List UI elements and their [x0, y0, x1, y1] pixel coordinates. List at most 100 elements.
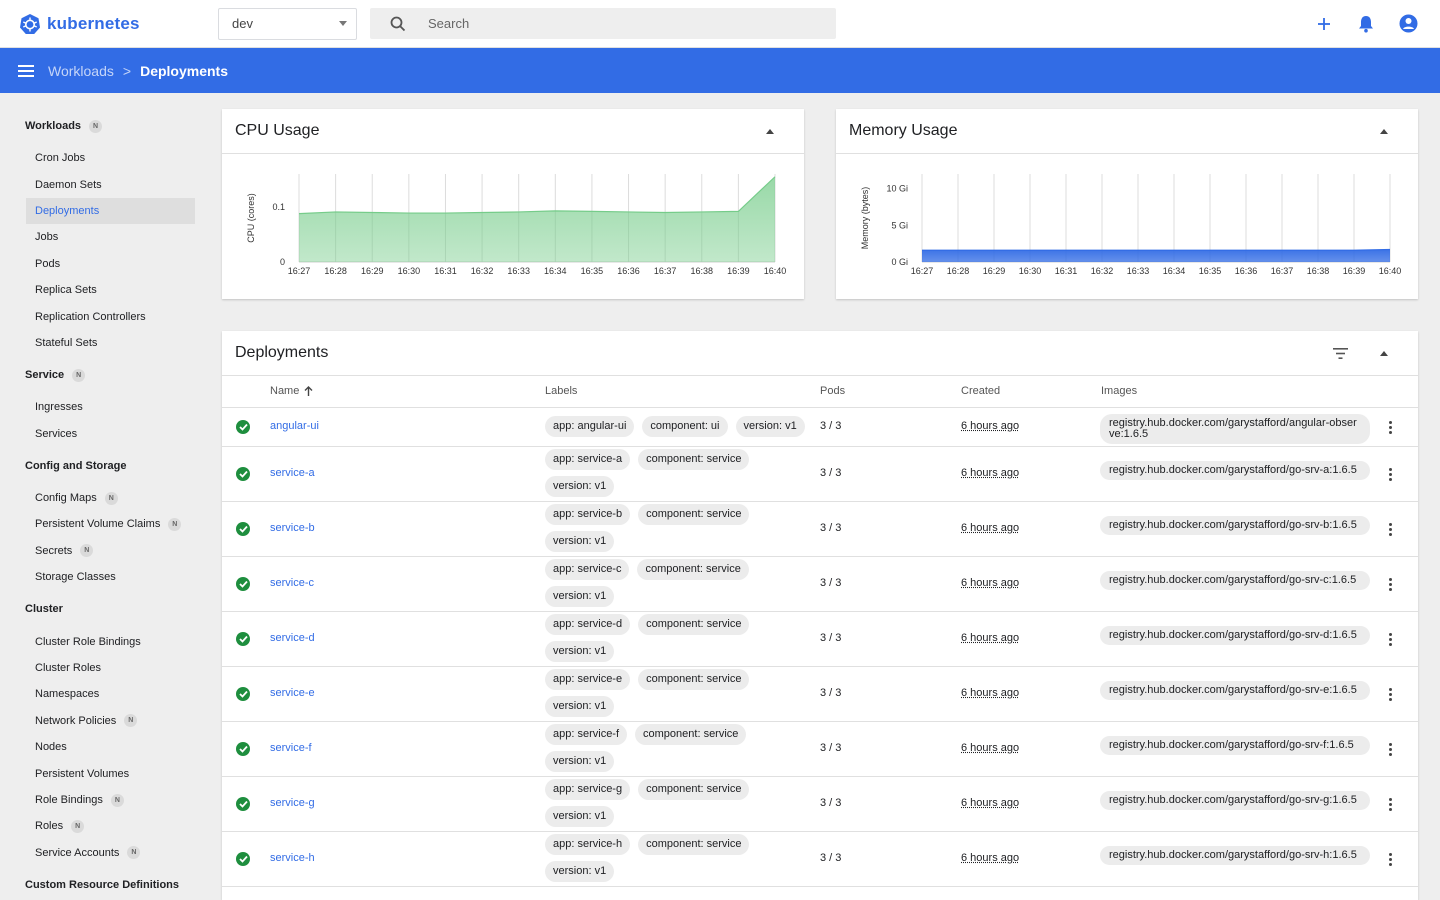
x-tick-label: 16:30 — [1019, 266, 1042, 276]
y-tick-label: 10 Gi — [886, 184, 908, 194]
deployment-name-link[interactable]: service-f — [270, 742, 312, 754]
sidebar-item[interactable]: Jobs — [0, 224, 206, 250]
logo[interactable]: kubernetes — [19, 13, 218, 35]
sidebar-item[interactable]: Storage Classes — [0, 564, 206, 590]
x-tick-label: 16:29 — [983, 266, 1006, 276]
sidebar-item-label: Roles — [35, 820, 64, 833]
deployment-name-link[interactable]: service-e — [270, 687, 315, 699]
label-chip: version: v1 — [545, 696, 615, 717]
x-tick-label: 16:37 — [1271, 266, 1294, 276]
table-row: service-h app: service-h component: servic… — [222, 832, 1418, 887]
image-chip: registry.hub.docker.com/garystafford/go-… — [1100, 626, 1370, 645]
sidebar-section[interactable]: Workloads N — [0, 113, 206, 139]
table-row: service-e app: service-e component: servic… — [222, 667, 1418, 722]
more-actions-icon[interactable] — [1382, 798, 1398, 811]
sidebar-item[interactable]: Namespaces — [0, 681, 206, 707]
more-actions-icon[interactable] — [1382, 633, 1398, 646]
label-chip: version: v1 — [545, 641, 615, 662]
notifications-button[interactable] — [1356, 14, 1376, 34]
sidebar-item-label: Config Maps — [35, 492, 97, 505]
search-bar[interactable]: Search — [370, 8, 836, 39]
sidebar-item[interactable]: Persistent Volumes — [0, 760, 206, 786]
sidebar-item-label: Ingresses — [35, 401, 83, 414]
label-chip: app: service-a — [545, 449, 631, 470]
namespace-select[interactable]: dev — [218, 7, 357, 40]
search-input[interactable]: Search — [428, 16, 469, 31]
x-tick-label: 16:33 — [507, 266, 530, 276]
collapse-memory-icon[interactable] — [1380, 128, 1388, 134]
sidebar-item[interactable]: Secrets N — [0, 538, 206, 564]
sidebar-item-label: Network Policies — [35, 714, 117, 727]
arrow-up-icon — [304, 386, 313, 396]
labels-cell: app: service-g component: service version:… — [545, 779, 815, 827]
more-actions-icon[interactable] — [1382, 468, 1398, 481]
collapse-cpu-icon[interactable] — [766, 128, 774, 134]
create-button[interactable] — [1314, 14, 1334, 34]
deployment-name-link[interactable]: service-d — [270, 632, 315, 644]
sidebar-item[interactable]: Persistent Volume Claims N — [0, 511, 206, 537]
table-row: service-g app: service-g component: servic… — [222, 777, 1418, 832]
menu-icon[interactable] — [18, 64, 34, 77]
labels-cell: app: service-d component: service version:… — [545, 614, 815, 662]
more-actions-icon[interactable] — [1382, 523, 1398, 536]
sidebar-item[interactable]: Replication Controllers — [0, 303, 206, 329]
deployment-name-link[interactable]: service-g — [270, 797, 315, 809]
more-actions-icon[interactable] — [1382, 853, 1398, 866]
label-chip: version: v1 — [545, 586, 615, 607]
more-actions-icon[interactable] — [1382, 578, 1398, 591]
sidebar-item[interactable]: Deployments — [26, 197, 195, 225]
sidebar-item[interactable]: Network Policies N — [0, 708, 206, 734]
more-actions-icon[interactable] — [1382, 743, 1398, 756]
pods-count: 3 / 3 — [820, 687, 842, 699]
deployment-name-link[interactable]: angular-ui — [270, 420, 319, 432]
sidebar-item[interactable]: Role Bindings N — [0, 787, 206, 813]
sidebar-item[interactable]: Services — [0, 421, 206, 447]
sidebar-item[interactable]: Cluster Role Bindings — [0, 628, 206, 654]
labels-cell: app: service-e component: service version:… — [545, 669, 815, 717]
sidebar-item-label: Nodes — [35, 741, 67, 754]
image-chip: registry.hub.docker.com/garystafford/go-… — [1100, 681, 1370, 700]
filter-icon[interactable] — [1333, 347, 1348, 359]
sidebar-item[interactable]: Config Maps N — [0, 485, 206, 511]
sidebar-section[interactable]: Service N — [0, 362, 206, 388]
sidebar-section[interactable]: Cluster — [0, 596, 206, 622]
sidebar-item[interactable]: Nodes — [0, 734, 206, 760]
column-name[interactable]: Name — [270, 385, 313, 397]
label-chip: version: v1 — [545, 751, 615, 772]
sidebar-item[interactable]: Replica Sets — [0, 277, 206, 303]
sidebar-item[interactable]: Service Accounts N — [0, 840, 206, 866]
label-chip: component: service — [637, 559, 749, 580]
image-chip: registry.hub.docker.com/garystafford/go-… — [1100, 736, 1370, 755]
sidebar-section[interactable]: Custom Resource Definitions — [0, 872, 206, 898]
sidebar-item[interactable]: Cluster Roles — [0, 655, 206, 681]
sidebar-item[interactable]: Stateful Sets — [0, 330, 206, 356]
sidebar-item[interactable]: Ingresses — [0, 394, 206, 420]
sidebar-item[interactable]: Roles N — [0, 813, 206, 839]
more-actions-icon[interactable] — [1382, 688, 1398, 701]
sidebar-item[interactable]: Daemon Sets — [0, 171, 206, 197]
sidebar-item[interactable]: Cron Jobs — [0, 145, 206, 171]
column-images: Images — [1101, 385, 1138, 397]
sidebar-item[interactable]: Pods — [0, 251, 206, 277]
deployment-name-link[interactable]: service-h — [270, 852, 315, 864]
breadcrumb-workloads[interactable]: Workloads — [48, 63, 114, 79]
account-button[interactable] — [1398, 14, 1418, 34]
deployment-name-link[interactable]: service-a — [270, 467, 315, 479]
deployment-name-link[interactable]: service-c — [270, 577, 314, 589]
deployments-title: Deployments — [235, 344, 329, 361]
collapse-deployments-icon[interactable] — [1380, 350, 1388, 356]
deployment-name-link[interactable]: service-b — [270, 522, 315, 534]
namespaced-badge: N — [127, 846, 141, 860]
namespaced-badge: N — [89, 119, 103, 133]
top-bar: kubernetes dev Search — [0, 0, 1440, 48]
sidebar-item-label: Pods — [35, 257, 61, 270]
more-actions-icon[interactable] — [1382, 421, 1398, 434]
x-tick-label: 16:35 — [1199, 266, 1222, 276]
label-chip: version: v1 — [545, 531, 615, 552]
table-row: service-b app: service-b component: servic… — [222, 502, 1418, 557]
x-tick-label: 16:27 — [288, 266, 311, 276]
sidebar-section[interactable]: Config and Storage — [0, 453, 206, 479]
labels-cell: app: service-b component: service version:… — [545, 504, 815, 552]
cpu-usage-card: CPU Usage 16:27 16:28 16:29 16:30 16:31 16:32… — [222, 109, 804, 299]
x-tick-label: 16:38 — [1307, 266, 1330, 276]
